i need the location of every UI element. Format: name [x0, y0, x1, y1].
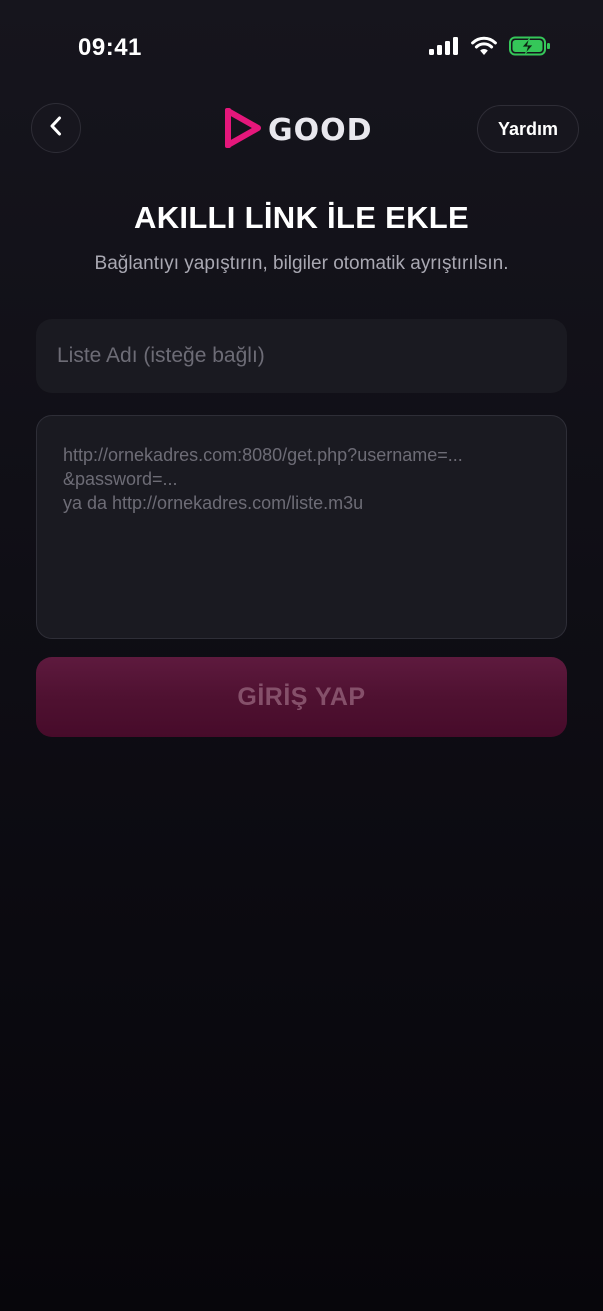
cellular-signal-icon — [429, 36, 459, 61]
status-icons — [429, 36, 551, 61]
battery-charging-icon — [509, 36, 551, 61]
page-title: AKILLI LİNK İLE EKLE — [134, 200, 469, 235]
app-logo: GOOD — [224, 107, 373, 153]
back-button[interactable] — [31, 103, 81, 153]
list-name-input[interactable] — [36, 319, 567, 393]
header: GOOD Yardım — [0, 100, 603, 160]
status-time: 09:41 — [78, 34, 142, 61]
link-input[interactable] — [36, 415, 567, 639]
help-button[interactable]: Yardım — [476, 105, 579, 153]
wifi-icon — [471, 36, 497, 61]
page-subtitle: Bağlantıyı yapıştırın, bilgiler otomatik… — [94, 253, 509, 274]
status-bar: 09:41 — [0, 0, 603, 96]
login-button[interactable]: GİRİŞ YAP — [36, 657, 567, 737]
chevron-left-icon — [49, 115, 63, 142]
logo-text: GOOD — [268, 112, 373, 148]
play-logo-icon — [224, 107, 262, 153]
